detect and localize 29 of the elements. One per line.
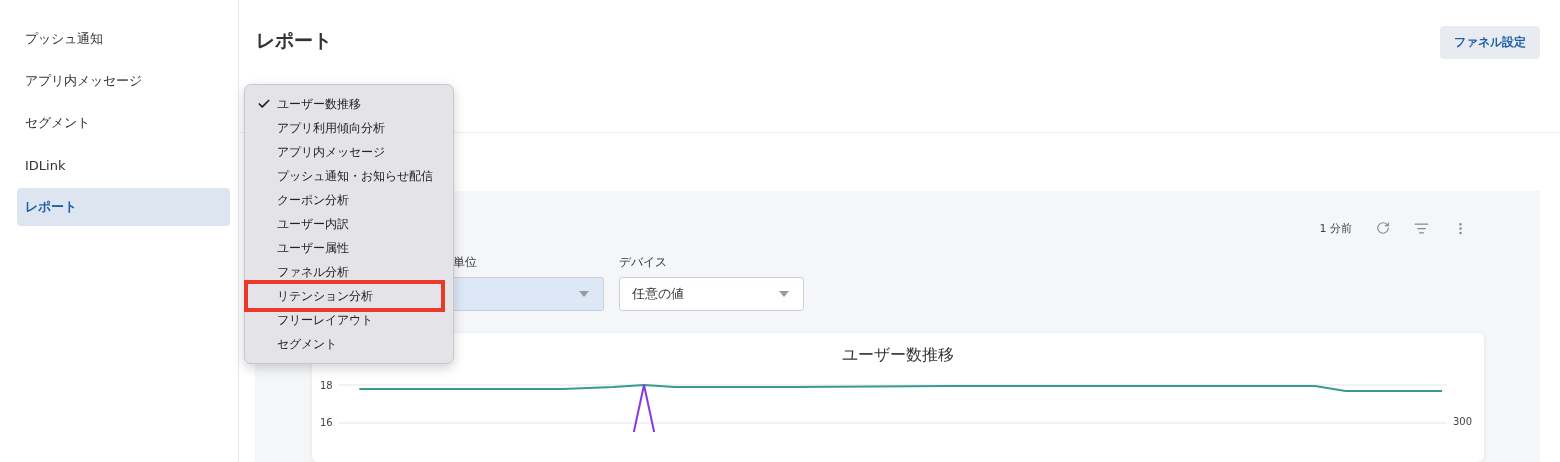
menu-item[interactable]: クーポン分析 [245,188,453,212]
axis-tick-label: 300 [1452,416,1472,427]
caret-icon [779,291,789,297]
axis-tick-label: 18 [320,380,333,391]
sidebar-item[interactable]: レポート [17,188,230,226]
menu-item[interactable]: プッシュ通知・お知らせ配信 [245,164,453,188]
caret-icon [579,291,589,297]
updated-time: 1 分前 [1319,220,1352,236]
axis-tick-label: 16 [320,417,333,428]
select-value: 任意の値 [632,285,684,303]
page-title: レポート [256,28,332,53]
filter-label: デバイス [619,254,668,271]
menu-item[interactable]: アプリ内メッセージ [245,140,453,164]
menu-item[interactable]: セグメント [245,332,453,356]
menu-item[interactable]: ユーザー数推移 [245,92,453,116]
sidebar-item[interactable]: セグメント [17,104,230,142]
menu-item[interactable]: ユーザー内訳 [245,212,453,236]
check-icon [257,97,271,111]
menu-item[interactable]: アプリ利用傾向分析 [245,116,453,140]
filter-icon[interactable] [1414,220,1429,236]
menu-item[interactable]: ユーザー属性 [245,236,453,260]
funnel-settings-button[interactable]: ファネル設定 [1440,26,1540,59]
sidebar-item[interactable]: IDLink [17,146,230,184]
sidebar-item[interactable]: プッシュ通知 [17,20,230,58]
filter-select[interactable]: 任意の値 [619,277,804,311]
chart-title: ユーザー数推移 [842,345,954,366]
refresh-icon[interactable] [1376,221,1390,235]
filter-label: 単位 [452,254,478,271]
sidebar-item[interactable]: アプリ内メッセージ [17,62,230,100]
